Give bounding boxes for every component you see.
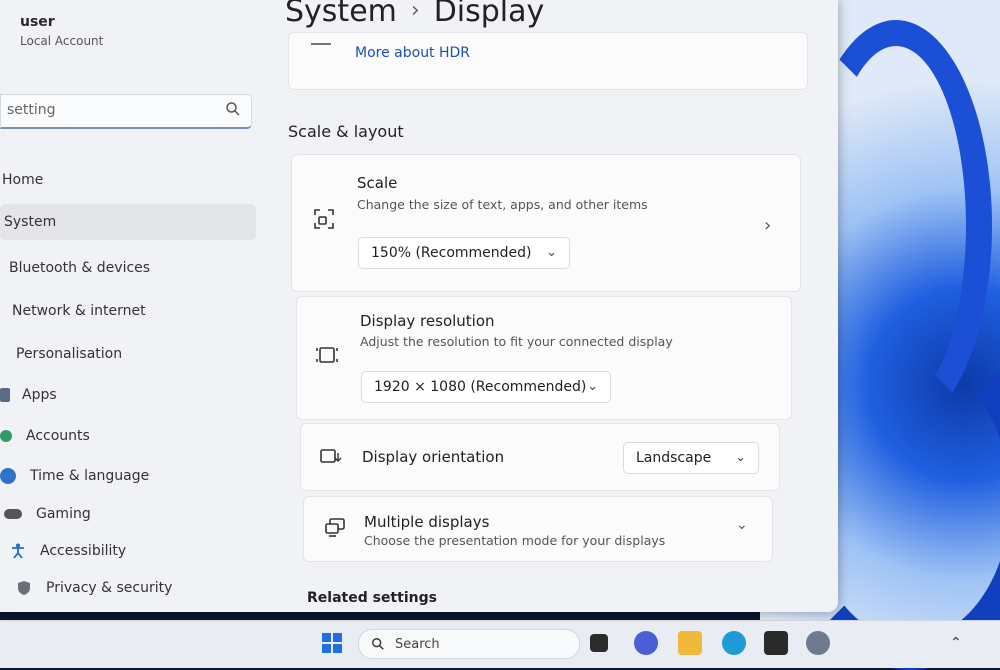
chevron-right-icon[interactable]: › bbox=[764, 215, 771, 236]
scale-card[interactable]: Scale Change the size of text, apps, and… bbox=[291, 154, 801, 292]
sidebar-item-personalisation[interactable]: Personalisation bbox=[16, 336, 256, 372]
apps-icon bbox=[0, 388, 10, 402]
chevron-down-icon: ⌄ bbox=[546, 245, 557, 260]
display-orientation-dropdown[interactable]: Landscape ⌄ bbox=[623, 442, 759, 474]
sidebar-item-label: Home bbox=[2, 172, 44, 188]
sidebar-item-label: Accessibility bbox=[40, 543, 127, 559]
display-orientation-title: Display orientation bbox=[362, 448, 505, 466]
settings-window: user Local Account Home System Bluetooth… bbox=[0, 0, 838, 612]
search-icon bbox=[372, 638, 384, 650]
scale-dropdown-value: 150% (Recommended) bbox=[371, 245, 532, 261]
breadcrumb-separator: › bbox=[410, 0, 420, 23]
related-settings-heading: Related settings bbox=[307, 590, 437, 606]
accessibility-icon bbox=[12, 543, 24, 559]
sidebar-item-label: Privacy & security bbox=[46, 580, 173, 596]
sidebar-item-network[interactable]: Network & internet bbox=[12, 293, 252, 329]
multiple-displays-subtitle: Choose the presentation mode for your di… bbox=[364, 533, 666, 548]
scale-title: Scale bbox=[357, 174, 398, 192]
dash-icon bbox=[311, 43, 331, 45]
sidebar-item-label: Time & language bbox=[30, 468, 150, 484]
display-resolution-subtitle: Adjust the resolution to fit your connec… bbox=[360, 334, 673, 349]
display-resolution-title: Display resolution bbox=[360, 312, 495, 330]
gamepad-icon bbox=[4, 509, 22, 519]
accounts-icon bbox=[0, 430, 12, 442]
sidebar-item-label: Network & internet bbox=[12, 303, 146, 319]
display-resolution-card: Display resolution Adjust the resolution… bbox=[296, 296, 792, 420]
section-title: Scale & layout bbox=[288, 122, 404, 141]
sidebar-item-label: Personalisation bbox=[16, 346, 123, 362]
hdr-card: More about HDR bbox=[288, 32, 808, 90]
page-title: Display bbox=[433, 0, 545, 29]
chevron-down-icon: ⌄ bbox=[587, 379, 598, 394]
sidebar-item-time-language[interactable]: Time & language bbox=[0, 458, 250, 494]
search-input[interactable] bbox=[5, 101, 209, 119]
breadcrumb: System › Display bbox=[285, 0, 544, 29]
scale-subtitle: Change the size of text, apps, and other… bbox=[357, 197, 648, 212]
orientation-icon bbox=[320, 449, 342, 463]
sidebar-item-label: Apps bbox=[22, 387, 57, 403]
taskbar-search-placeholder: Search bbox=[395, 636, 440, 652]
sidebar-item-accounts[interactable]: Accounts bbox=[0, 418, 250, 454]
breadcrumb-parent[interactable]: System bbox=[285, 0, 397, 29]
sidebar-item-label: Gaming bbox=[36, 506, 91, 522]
user-account-type: Local Account bbox=[20, 34, 104, 48]
chevron-down-icon[interactable]: ⌄ bbox=[736, 517, 748, 533]
sidebar-item-apps[interactable]: Apps bbox=[0, 377, 250, 413]
scale-icon bbox=[314, 209, 334, 229]
task-view-icon[interactable] bbox=[590, 634, 608, 652]
user-name: user bbox=[20, 14, 55, 30]
sidebar-item-system[interactable]: System bbox=[0, 204, 256, 240]
search-icon[interactable] bbox=[225, 101, 241, 117]
taskbar-search[interactable]: Search bbox=[358, 629, 580, 659]
settings-icon[interactable] bbox=[806, 631, 830, 655]
sidebar-item-label: Accounts bbox=[26, 428, 90, 444]
taskbar: Search ⌃ bbox=[0, 620, 1000, 668]
display-orientation-card: Display orientation Landscape ⌄ bbox=[300, 423, 780, 491]
store-icon[interactable] bbox=[764, 631, 788, 655]
display-resolution-dropdown[interactable]: 1920 × 1080 (Recommended) ⌄ bbox=[361, 371, 611, 403]
file-explorer-icon[interactable] bbox=[678, 631, 702, 655]
edge-icon[interactable] bbox=[722, 631, 746, 655]
sidebar-item-label: System bbox=[4, 214, 57, 230]
sidebar: user Local Account Home System Bluetooth… bbox=[0, 0, 270, 612]
display-orientation-value: Landscape bbox=[636, 450, 712, 466]
sidebar-item-label: Bluetooth & devices bbox=[9, 260, 151, 276]
globe-icon bbox=[0, 468, 16, 484]
sidebar-item-home[interactable]: Home bbox=[0, 162, 252, 198]
sidebar-item-accessibility[interactable]: Accessibility bbox=[10, 533, 260, 569]
sidebar-item-gaming[interactable]: Gaming bbox=[4, 496, 254, 532]
chat-icon[interactable] bbox=[634, 631, 658, 655]
multiple-displays-title: Multiple displays bbox=[364, 513, 490, 531]
resolution-icon bbox=[316, 347, 338, 363]
sidebar-item-bluetooth[interactable]: Bluetooth & devices bbox=[9, 250, 249, 286]
multiple-displays-card[interactable]: Multiple displays Choose the presentatio… bbox=[303, 496, 773, 562]
chevron-up-icon[interactable]: ⌃ bbox=[950, 635, 964, 651]
scale-dropdown[interactable]: 150% (Recommended) ⌄ bbox=[358, 237, 570, 269]
sidebar-item-privacy-security[interactable]: Privacy & security bbox=[16, 570, 256, 606]
start-icon[interactable] bbox=[320, 631, 344, 655]
display-resolution-value: 1920 × 1080 (Recommended) bbox=[374, 379, 587, 395]
more-about-hdr-link[interactable]: More about HDR bbox=[355, 45, 470, 61]
shield-icon bbox=[18, 581, 30, 595]
settings-search[interactable] bbox=[0, 94, 252, 129]
multiple-displays-icon bbox=[325, 518, 345, 537]
chevron-down-icon: ⌄ bbox=[735, 450, 746, 465]
